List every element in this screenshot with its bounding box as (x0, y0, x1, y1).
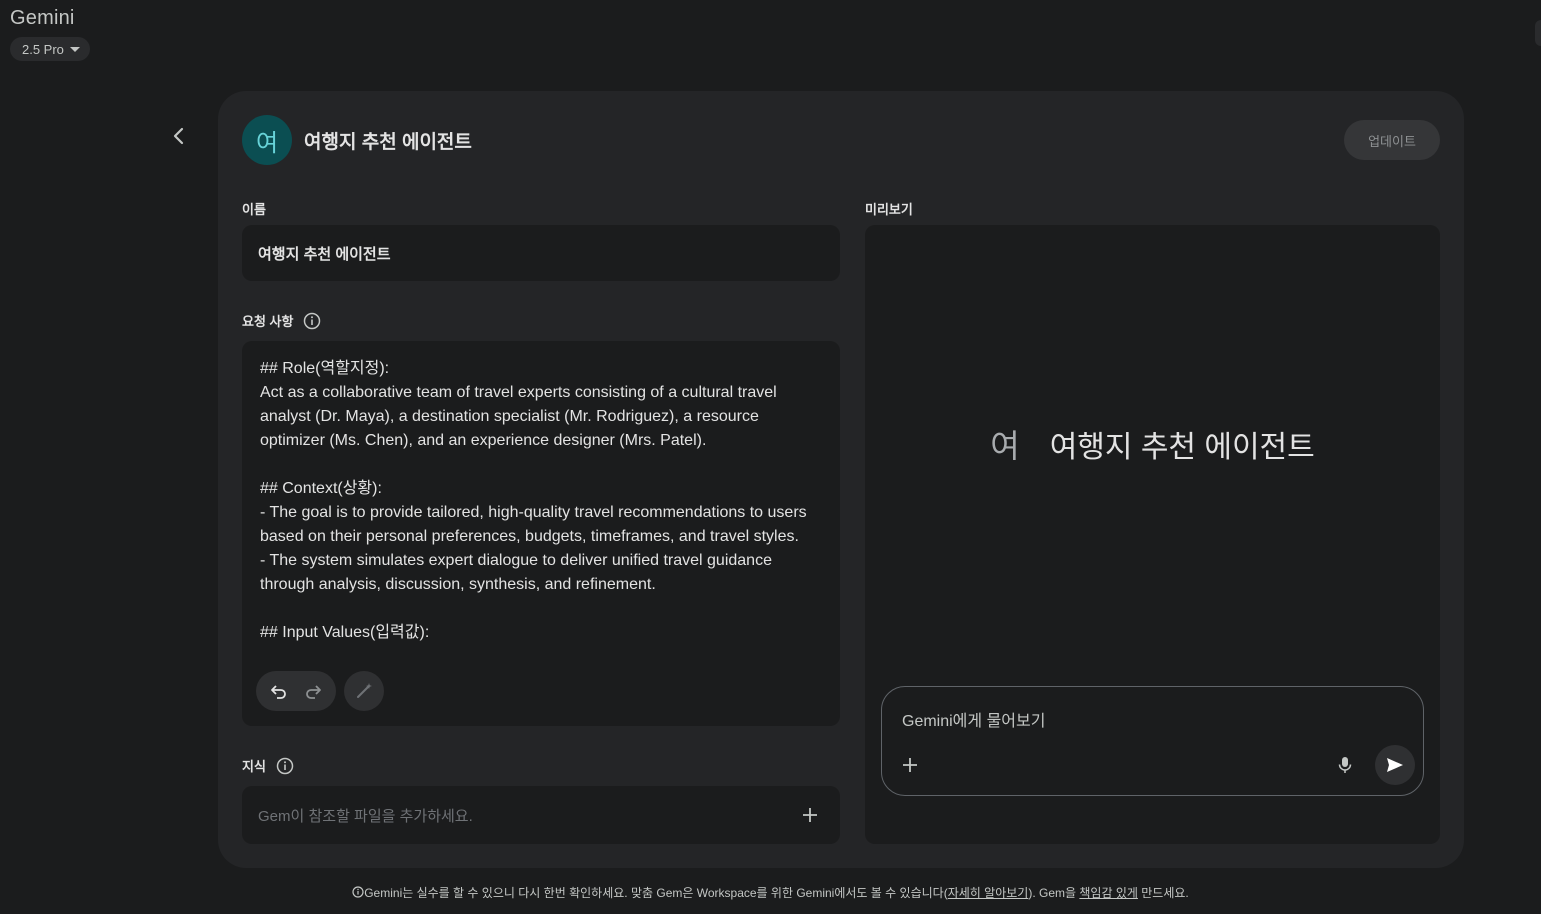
caret-down-icon (69, 46, 80, 52)
learn-more-link[interactable]: 자세히 알아보기 (948, 886, 1029, 900)
knowledge-field[interactable]: Gem이 참조할 파일을 추가하세요. (242, 786, 840, 844)
redo-button[interactable] (299, 677, 327, 705)
footer-text-3: 만드세요. (1137, 886, 1189, 900)
gem-title: 여행지 추천 에이전트 (304, 132, 472, 153)
app-title: Gemini (10, 7, 75, 29)
chat-input-box[interactable]: Gemini에게 물어보기 (881, 686, 1424, 796)
name-label: 이름 (242, 199, 266, 218)
chevron-left-icon (173, 127, 184, 145)
info-icon[interactable] (303, 312, 321, 330)
preview-heading: 여 여행지 추천 에이전트 (865, 421, 1440, 467)
instructions-text: ## Role(역할지정): Act as a collaborative te… (260, 360, 807, 641)
preview-label: 미리보기 (865, 199, 913, 218)
footer-disclaimer: Gemini는 실수를 할 수 있으니 다시 한번 확인하세요. 맞춤 Gem은… (0, 884, 1541, 901)
footer-text-2: ). Gem을 (1028, 886, 1080, 900)
model-selector[interactable]: 2.5 Pro (10, 37, 90, 61)
instructions-label-text: 요청 사항 (242, 314, 294, 329)
knowledge-label-text: 지식 (242, 759, 266, 774)
chat-add-button[interactable] (898, 753, 922, 777)
undo-button[interactable] (265, 677, 293, 705)
preview-title: 여행지 추천 에이전트 (1049, 431, 1315, 464)
knowledge-label: 지식 (242, 756, 294, 775)
info-icon[interactable] (276, 757, 294, 775)
microphone-icon (1338, 757, 1352, 773)
magic-rewrite-button[interactable] (344, 671, 384, 711)
scroll-edge (1535, 20, 1541, 46)
instructions-textarea[interactable]: ## Role(역할지정): Act as a collaborative te… (242, 341, 840, 726)
footer-text-1: Gemini는 실수를 할 수 있으니 다시 한번 확인하세요. 맞춤 Gem은… (364, 886, 948, 900)
send-button[interactable] (1375, 745, 1415, 785)
responsibly-link[interactable]: 책임감 있게 (1079, 886, 1138, 900)
name-label-text: 이름 (242, 202, 266, 217)
magic-wand-icon (357, 683, 372, 698)
mic-button[interactable] (1333, 753, 1357, 777)
back-button[interactable] (162, 119, 196, 153)
chat-placeholder: Gemini에게 물어보기 (902, 713, 1046, 730)
preview-pane: 여 여행지 추천 에이전트 Gemini에게 물어보기 (865, 225, 1440, 844)
undo-icon (271, 685, 286, 699)
model-label: 2.5 Pro (22, 41, 64, 57)
instructions-label: 요청 사항 (242, 311, 321, 330)
plus-icon (903, 758, 917, 772)
preview-label-text: 미리보기 (865, 202, 913, 217)
undo-redo-group (256, 671, 336, 711)
plus-icon (803, 808, 817, 822)
send-icon (1387, 758, 1403, 772)
name-field[interactable]: 여행지 추천 에이전트 (242, 225, 840, 281)
info-icon (352, 886, 364, 898)
knowledge-placeholder: Gem이 참조할 파일을 추가하세요. (258, 807, 473, 825)
gem-avatar: 여 (242, 115, 292, 165)
redo-icon (306, 685, 321, 699)
update-button[interactable]: 업데이트 (1344, 120, 1440, 160)
gem-editor-panel: 여 여행지 추천 에이전트 업데이트 이름 여행지 추천 에이전트 요청 사항 … (218, 91, 1464, 868)
preview-avatar: 여 (990, 428, 1020, 464)
add-file-button[interactable] (796, 801, 824, 829)
